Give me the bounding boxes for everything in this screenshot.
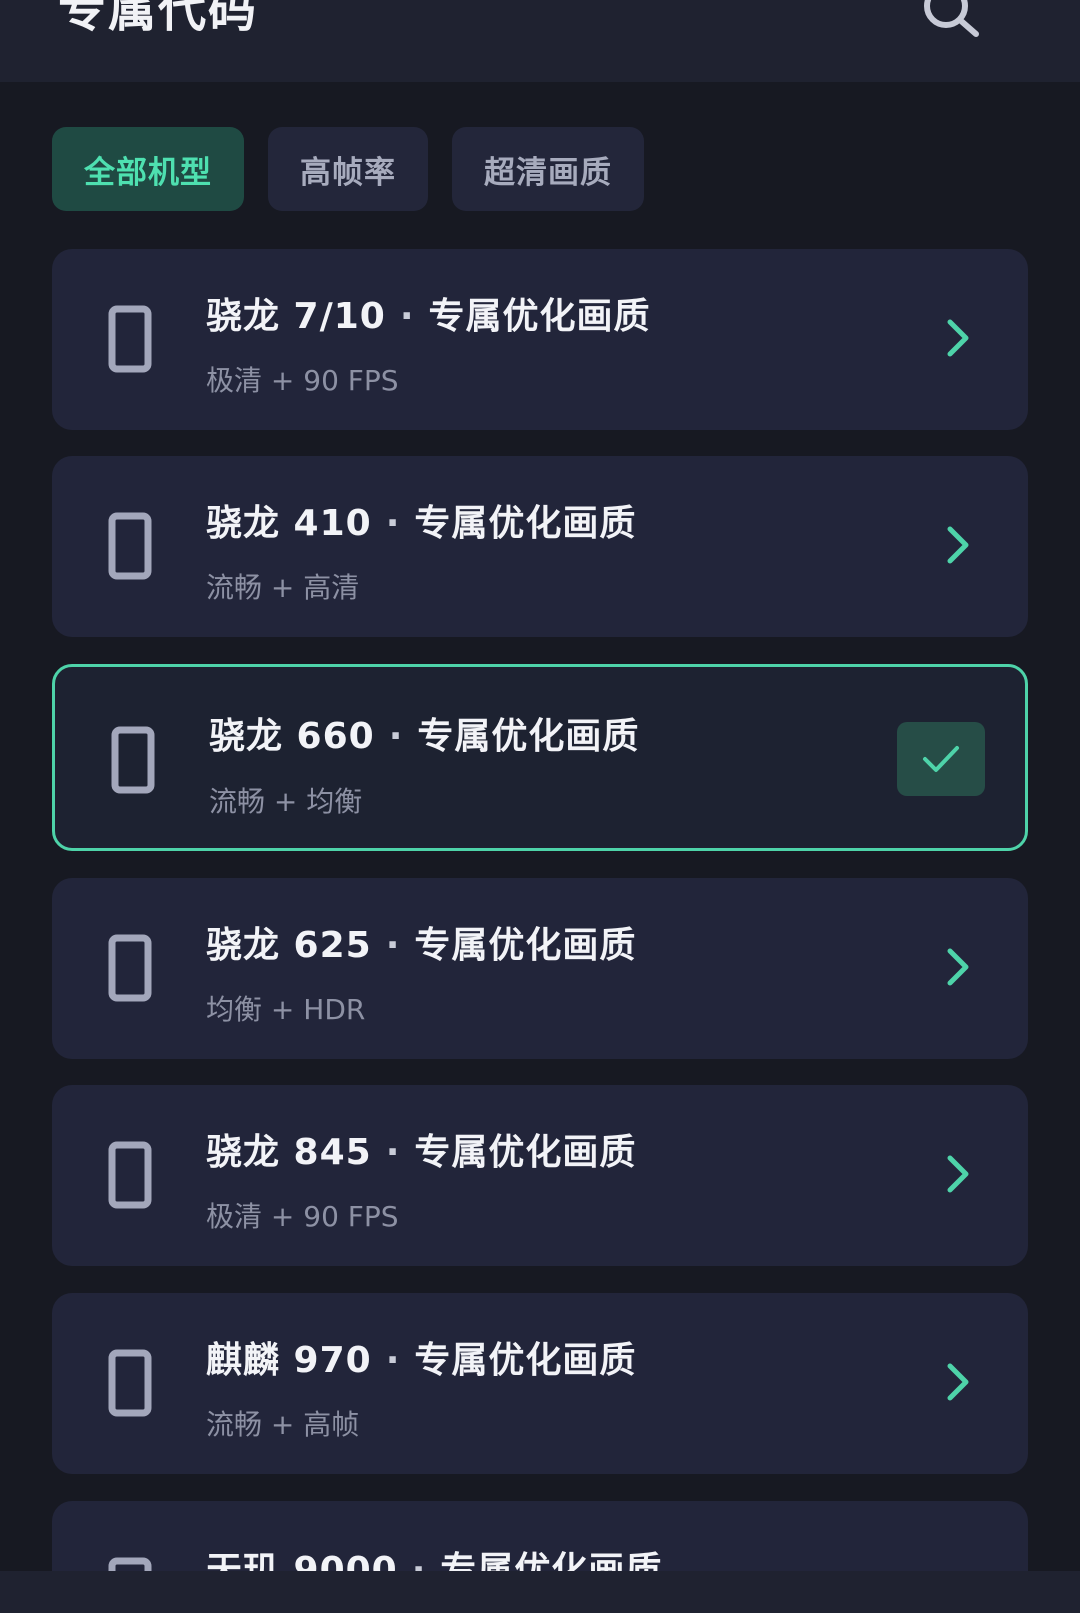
list-item-snapdragon-7-10[interactable]: 骁龙 7/10 · 专属优化画质 极清 + 90 FPS — [52, 249, 1028, 430]
scroll-area[interactable]: 专属代码 全部机型 高帧率 超清画质 骁龙 7/10 · 专属优化画质 极清 +… — [0, 0, 1080, 1571]
item-chip-name: 骁龙 845 — [206, 1132, 372, 1173]
list-item-snapdragon-845[interactable]: 骁龙 845 · 专属优化画质 极清 + 90 FPS — [52, 1085, 1028, 1266]
chevron-right-icon — [947, 1155, 969, 1193]
separator-dot: · — [385, 925, 401, 966]
item-suffix: 专属优化画质 — [414, 1340, 637, 1381]
chevron-right-icon — [947, 1363, 969, 1401]
phone-icon — [108, 934, 152, 1002]
chevron-right-icon — [947, 948, 969, 986]
search-button[interactable] — [916, 0, 986, 48]
item-suffix: 专属优化画质 — [428, 296, 651, 337]
phone-icon — [108, 1349, 152, 1417]
item-subtitle: 流畅 + 高帧 — [206, 1408, 360, 1441]
separator-dot: · — [388, 716, 404, 757]
item-suffix: 专属优化画质 — [414, 1132, 637, 1173]
item-subtitle: 均衡 + HDR — [206, 993, 366, 1026]
filter-label: 超清画质 — [484, 154, 612, 191]
app-header: 专属代码 — [0, 0, 1080, 82]
filter-high-fps[interactable]: 高帧率 — [268, 127, 428, 211]
filter-all-models[interactable]: 全部机型 — [52, 127, 244, 211]
phone-icon — [111, 726, 155, 794]
item-title: 骁龙 410 · 专属优化画质 — [206, 494, 636, 546]
item-chip-name: 骁龙 7/10 — [206, 296, 386, 337]
search-icon — [924, 0, 979, 37]
filter-label: 全部机型 — [84, 154, 212, 191]
list-item-kirin-970[interactable]: 麒麟 970 · 专属优化画质 流畅 + 高帧 — [52, 1293, 1028, 1474]
list-item-dimensity-9000[interactable]: 天玑 9000 · 专属优化画质 — [52, 1501, 1028, 1571]
item-title: 天玑 9000 · 专属优化画质 — [206, 1541, 662, 1571]
phone-icon — [108, 1557, 152, 1571]
item-subtitle: 极清 + 90 FPS — [206, 1200, 399, 1233]
phone-icon — [108, 305, 152, 373]
list-item-snapdragon-410[interactable]: 骁龙 410 · 专属优化画质 流畅 + 高清 — [52, 456, 1028, 637]
page: 专属代码 全部机型 高帧率 超清画质 骁龙 7/10 · 专属优化画质 极清 +… — [0, 0, 1080, 1613]
separator-dot: · — [385, 503, 401, 544]
item-title: 骁龙 7/10 · 专属优化画质 — [206, 287, 651, 339]
separator-dot: · — [411, 1550, 427, 1571]
item-chip-name: 骁龙 660 — [209, 716, 375, 757]
selected-check-badge — [897, 722, 985, 796]
item-chip-name: 骁龙 625 — [206, 925, 372, 966]
item-suffix: 专属优化画质 — [440, 1550, 663, 1571]
chevron-right-icon — [947, 319, 969, 357]
item-subtitle: 极清 + 90 FPS — [206, 364, 399, 397]
item-title: 麒麟 970 · 专属优化画质 — [206, 1331, 636, 1383]
separator-dot: · — [399, 296, 415, 337]
phone-icon — [108, 1141, 152, 1209]
list-item-snapdragon-625[interactable]: 骁龙 625 · 专属优化画质 均衡 + HDR — [52, 878, 1028, 1059]
check-icon — [923, 746, 959, 772]
bottom-bar — [0, 1571, 1080, 1613]
item-suffix: 专属优化画质 — [417, 716, 640, 757]
separator-dot: · — [385, 1132, 401, 1173]
chevron-right-icon — [947, 526, 969, 564]
item-subtitle: 流畅 + 高清 — [206, 571, 360, 604]
item-chip-name: 麒麟 970 — [206, 1340, 372, 1381]
item-title: 骁龙 625 · 专属优化画质 — [206, 916, 636, 968]
phone-icon — [108, 512, 152, 580]
filter-ultra-hd[interactable]: 超清画质 — [452, 127, 644, 211]
item-chip-name: 骁龙 410 — [206, 503, 372, 544]
list-item-snapdragon-660[interactable]: 骁龙 660 · 专属优化画质 流畅 + 均衡 — [52, 664, 1028, 851]
item-title: 骁龙 845 · 专属优化画质 — [206, 1123, 636, 1175]
item-suffix: 专属优化画质 — [414, 503, 637, 544]
item-subtitle: 流畅 + 均衡 — [209, 785, 363, 818]
page-title: 专属代码 — [58, 0, 259, 38]
item-suffix: 专属优化画质 — [414, 925, 637, 966]
item-title: 骁龙 660 · 专属优化画质 — [209, 707, 639, 759]
filter-label: 高帧率 — [300, 154, 396, 191]
separator-dot: · — [385, 1340, 401, 1381]
item-chip-name: 天玑 9000 — [206, 1550, 398, 1571]
